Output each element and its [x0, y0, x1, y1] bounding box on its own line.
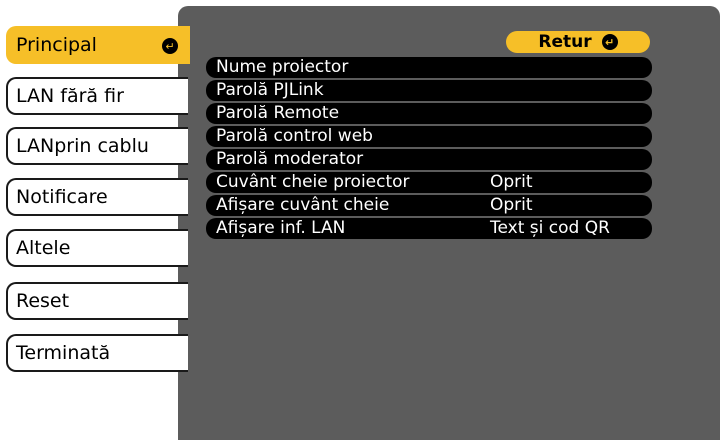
tab-altele[interactable]: Altele: [6, 229, 188, 267]
menu-row-remote-password[interactable]: Parolă Remote: [206, 103, 652, 124]
menu-row-pjlink-password[interactable]: Parolă PJLink: [206, 80, 652, 101]
row-label: Afișare cuvânt cheie: [216, 195, 390, 215]
tab-label: Reset: [16, 290, 70, 312]
row-label: Parolă PJLink: [216, 80, 324, 100]
tab-lan-wireless[interactable]: LAN fără fir: [6, 77, 188, 115]
menu-row-moderator-password[interactable]: Parolă moderator: [206, 149, 652, 170]
back-label: Retur: [538, 32, 592, 52]
row-label: Parolă moderator: [216, 149, 364, 169]
menu-row-display-lan-info[interactable]: Afișare inf. LAN Text și cod QR: [206, 218, 652, 239]
tab-reset[interactable]: Reset: [6, 282, 188, 320]
row-label: Afișare inf. LAN: [216, 218, 346, 238]
tab-label: Principal: [16, 34, 97, 56]
tab-label: Notificare: [16, 186, 108, 208]
row-label: Parolă Remote: [216, 103, 340, 123]
row-value: Oprit: [490, 172, 533, 192]
row-label: Cuvânt cheie proiector: [216, 172, 410, 192]
menu-row-web-control-password[interactable]: Parolă control web: [206, 126, 652, 147]
tab-terminata[interactable]: Terminată: [6, 334, 188, 372]
tab-label: LAN fără fir: [16, 85, 124, 107]
menu-row-display-keyword[interactable]: Afișare cuvânt cheie Oprit: [206, 195, 652, 216]
tab-lan-wired[interactable]: LANprin cablu: [6, 127, 188, 165]
tab-label: LANprin cablu: [16, 135, 149, 157]
tab-principal[interactable]: Principal ↵: [6, 26, 190, 64]
back-button[interactable]: Retur ↵: [506, 31, 650, 53]
tab-label: Altele: [16, 237, 71, 259]
menu-row-projector-name[interactable]: Nume proiector: [206, 57, 652, 78]
row-value: Text și cod QR: [490, 218, 610, 238]
enter-icon: ↵: [162, 38, 178, 54]
row-label: Parolă control web: [216, 126, 373, 146]
enter-icon: ↵: [601, 34, 618, 50]
row-value: Oprit: [490, 195, 533, 215]
tab-notificare[interactable]: Notificare: [6, 178, 188, 216]
row-label: Nume proiector: [216, 57, 349, 77]
menu-row-projector-keyword[interactable]: Cuvânt cheie proiector Oprit: [206, 172, 652, 193]
tab-label: Terminată: [16, 342, 111, 364]
